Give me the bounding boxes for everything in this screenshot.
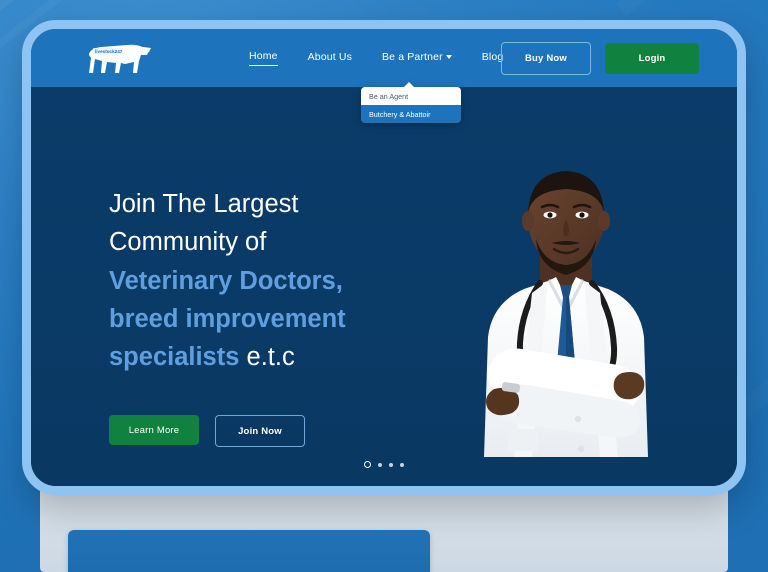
carousel-dot-4[interactable] xyxy=(400,462,404,467)
device-frame: livestock247 Home About Us Be a Partner … xyxy=(22,20,746,495)
doctor-illustration xyxy=(484,171,648,457)
headline-line-2: Community of xyxy=(109,228,267,257)
carousel-dots xyxy=(31,461,737,468)
hero-headline: Join The Largest Community of Veterinary… xyxy=(109,185,439,376)
nav-item-home[interactable]: Home xyxy=(249,50,278,66)
lower-content-card xyxy=(68,530,430,572)
nav-item-be-a-partner[interactable]: Be a Partner xyxy=(382,51,452,66)
nav-item-about-us[interactable]: About Us xyxy=(308,51,352,66)
buy-now-button[interactable]: Buy Now xyxy=(501,42,591,75)
dropdown-arrow-icon xyxy=(403,82,415,88)
dropdown-item-butchery-abattoir[interactable]: Butchery & Abattoir xyxy=(361,105,461,124)
hero-section: Join The Largest Community of Veterinary… xyxy=(31,87,737,486)
nav-label: Be a Partner xyxy=(382,50,443,63)
nav-label: Home xyxy=(249,50,278,62)
headline-line-4: breed improvement xyxy=(109,304,346,333)
site-header: livestock247 Home About Us Be a Partner … xyxy=(31,29,737,87)
site-logo[interactable]: livestock247 xyxy=(81,39,153,77)
header-actions: Buy Now Login xyxy=(501,42,699,75)
headline-line-1: Join The Largest xyxy=(109,190,299,218)
chevron-down-icon xyxy=(445,54,452,59)
nav-label: About Us xyxy=(307,50,352,63)
cow-silhouette-icon: livestock247 xyxy=(89,44,151,73)
background-streak xyxy=(616,0,768,16)
learn-more-button[interactable]: Learn More xyxy=(109,415,199,445)
headline-line-3: Veterinary Doctors, xyxy=(109,266,343,295)
dropdown-item-be-an-agent[interactable]: Be an Agent xyxy=(361,87,461,106)
carousel-dot-2[interactable] xyxy=(378,462,382,467)
page-root: livestock247 Home About Us Be a Partner … xyxy=(0,0,768,572)
join-now-button[interactable]: Join Now xyxy=(215,415,305,447)
device-screen: livestock247 Home About Us Be a Partner … xyxy=(31,29,737,486)
hero-doctor-image xyxy=(436,157,696,477)
logo-wordmark: livestock247 xyxy=(95,49,123,54)
carousel-dot-3[interactable] xyxy=(389,462,393,467)
headline-suffix: e.t.c xyxy=(239,343,295,371)
hero-cta-group: Learn More Join Now xyxy=(109,415,305,447)
main-navigation: Home About Us Be a Partner Blog xyxy=(249,29,503,87)
be-a-partner-dropdown-menu: Be an Agent Butchery & Abattoir xyxy=(361,82,461,124)
carousel-dot-1[interactable] xyxy=(364,461,371,468)
headline-line-5: specialists xyxy=(109,343,240,371)
login-button[interactable]: Login xyxy=(605,43,699,74)
